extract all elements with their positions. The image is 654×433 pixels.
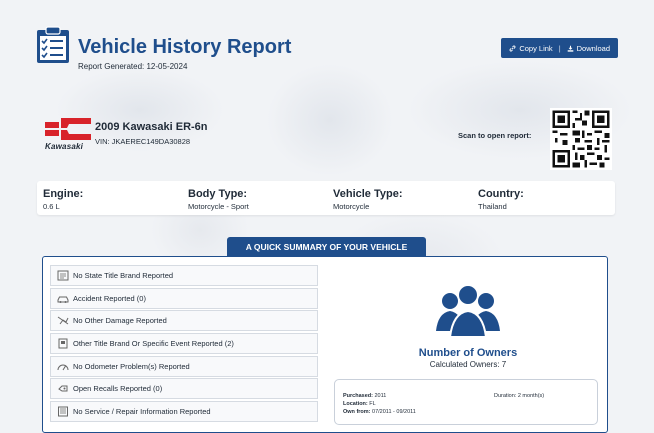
location-line: Location: FL (343, 401, 376, 407)
download-label: Download (576, 43, 610, 53)
report-generated-date: Report Generated: 12-05-2024 (78, 62, 188, 71)
page-title: Vehicle History Report (78, 36, 292, 58)
summary-tab-title: A QUICK SUMMARY OF YOUR VEHICLE (227, 237, 426, 256)
summary-item-title-brand[interactable]: No State Title Brand Reported (50, 265, 318, 286)
purchased-label: Purchased: (343, 393, 373, 399)
owners-section: Number of Owners Calculated Owners: 7 (333, 269, 603, 369)
spec-label: Country: (478, 188, 524, 200)
location-value: FL (369, 401, 376, 407)
duration-line: Duration: 2 month(s) (494, 393, 545, 399)
owners-group-icon (436, 284, 500, 338)
spec-value: 0.6 L (43, 202, 60, 211)
spec-value: Thailand (478, 202, 507, 211)
summary-item-odometer[interactable]: No Odometer Problem(s) Reported (50, 355, 318, 377)
spec-body-type: Body Type: Motorcycle - Sport (188, 188, 249, 211)
location-label: Location: (343, 401, 368, 407)
spec-value: Motorcycle - Sport (188, 202, 249, 211)
clipboard-checklist-icon (37, 26, 69, 63)
service-icon (58, 406, 68, 417)
vehicle-name: 2009 Kawasaki ER-6n (95, 121, 208, 133)
purchased-line: Purchased: 2011 (343, 393, 386, 399)
summary-item-other-title-brand[interactable]: Other Title Brand Or Specific Event Repo… (50, 333, 318, 355)
spec-country: Country: Thailand (478, 188, 524, 211)
button-separator: | (558, 43, 561, 53)
report-header: Vehicle History Report Report Generated:… (36, 26, 618, 78)
owner-card: Purchased: 2011 Location: FL Own from: 0… (334, 379, 598, 425)
copy-link-button[interactable]: Copy Link (509, 43, 553, 53)
title-brand-icon (57, 270, 69, 281)
list-item-label: No Other Damage Reported (73, 316, 167, 326)
spec-vehicle-type: Vehicle Type: Motorcycle (333, 188, 403, 211)
list-item-label: Accident Reported (0) (73, 293, 146, 303)
spec-label: Body Type: (188, 188, 248, 200)
spec-label: Engine: (43, 188, 84, 200)
qr-code[interactable] (550, 108, 612, 170)
own-from-line: Own from: 07/2011 - 09/2011 (343, 409, 416, 415)
accident-car-icon (57, 296, 69, 303)
owners-title: Number of Owners (418, 347, 518, 359)
list-item-label: Open Recalls Reported (0) (73, 384, 163, 394)
spec-label: Vehicle Type: (333, 188, 403, 200)
summary-item-other-damage[interactable]: No Other Damage Reported (50, 310, 318, 332)
download-button[interactable]: Download (567, 44, 610, 53)
spec-value: Motorcycle (333, 202, 370, 211)
summary-item-service[interactable]: No Service / Repair Information Reported (50, 401, 318, 423)
odometer-icon (57, 364, 69, 371)
summary-panel: No State Title Brand Reported Accident R… (42, 256, 608, 433)
damage-icon (57, 316, 69, 325)
own-from-value: 07/2011 - 09/2011 (372, 409, 416, 415)
download-icon (567, 45, 573, 52)
document-icon (58, 338, 68, 349)
summary-item-recalls[interactable]: Open Recalls Reported (0) (50, 378, 318, 400)
link-icon (509, 45, 516, 51)
vehicle-vin: VIN: JKAEREC149DA30828 (95, 137, 191, 146)
vehicle-specs-bar: Engine: 0.6 L Body Type: Motorcycle - Sp… (37, 181, 615, 215)
purchased-value: 2011 (374, 393, 387, 399)
list-item-label: Other Title Brand Or Specific Event Repo… (73, 339, 234, 349)
own-from-label: Own from: (343, 409, 371, 415)
scan-label: Scan to open report: (458, 131, 532, 140)
owners-count: Calculated Owners: 7 (429, 360, 507, 369)
summary-items-list: No State Title Brand Reported Accident R… (50, 265, 318, 424)
header-actions: Copy Link | Download (501, 38, 618, 58)
brand-logo-text: Kawasaki (45, 142, 84, 151)
list-item-label: No Odometer Problem(s) Reported (73, 361, 190, 371)
spec-engine: Engine: 0.6 L (43, 188, 83, 211)
copy-link-label: Copy Link (519, 43, 553, 53)
recall-icon (58, 385, 68, 392)
list-item-label: No Service / Repair Information Reported (73, 407, 211, 417)
list-item-label: No State Title Brand Reported (73, 271, 174, 280)
summary-item-accident[interactable]: Accident Reported (0) (50, 287, 318, 309)
vehicle-info: Kawasaki 2009 Kawasaki ER-6n VIN: JKAERE… (45, 108, 615, 170)
